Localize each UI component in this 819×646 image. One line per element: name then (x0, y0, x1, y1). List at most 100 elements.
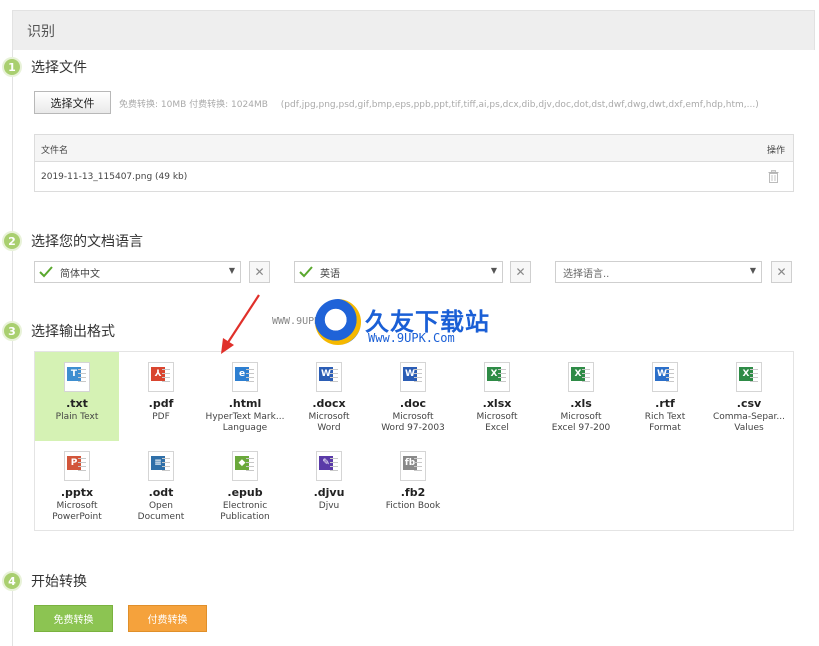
html-file-icon: e (232, 362, 258, 392)
format-description-line1: Fiction Book (385, 501, 441, 511)
doc-lines (666, 369, 674, 385)
format-extension: .rtf (655, 397, 675, 410)
format-description: Microsoft Word 97-2003 (371, 412, 455, 434)
xlsx-file-icon: X (484, 362, 510, 392)
format-extension: .html (228, 397, 262, 410)
format-description-line1: Microsoft (56, 501, 98, 511)
format-option-csv[interactable]: X .csv Comma-Separ... Values (707, 352, 791, 441)
fb2-file-icon: fb (400, 451, 426, 481)
format-description: Microsoft Excel 97-200 (539, 412, 623, 434)
trash-icon[interactable] (768, 170, 779, 183)
format-extension: .pdf (148, 397, 174, 410)
step-title: 开始转换 (31, 574, 87, 590)
watermark-logo-icon (315, 299, 361, 345)
clear-language-3-button[interactable]: ✕ (771, 261, 792, 283)
watermark: WWW.9UPK.COM 久友下载站 Www.9UPK.Com (272, 296, 502, 356)
format-description: Fiction Book (371, 501, 455, 512)
format-option-html[interactable]: e .html HyperText Mark... Language (203, 352, 287, 441)
format-description-line1: Microsoft (560, 412, 602, 422)
language-select-3[interactable]: 选择语言.. ▼ (555, 261, 762, 283)
format-description: Electronic Publication (203, 501, 287, 523)
doc-lines (162, 369, 170, 385)
format-option-xlsx[interactable]: X .xlsx Microsoft Excel (455, 352, 539, 441)
chevron-down-icon: ▼ (749, 266, 756, 275)
step-number-badge: 3 (2, 321, 22, 341)
format-description-line1: Microsoft (392, 412, 434, 422)
format-description-line1: Djvu (318, 501, 340, 511)
format-description-line2: Excel 97-200 (551, 423, 611, 433)
chevron-down-icon: ▼ (228, 266, 235, 275)
red-arrow-annotation (221, 294, 260, 354)
doc-file-icon: W (400, 362, 426, 392)
format-option-djvu[interactable]: ✎ .djvu Djvu (287, 441, 371, 530)
watermark-site: Www.9UPK.Com (368, 331, 455, 345)
doc-lines (498, 369, 506, 385)
checkmark-icon (299, 266, 313, 278)
format-description-line1: PDF (152, 412, 170, 422)
csv-file-icon: X (736, 362, 762, 392)
doc-lines (414, 369, 422, 385)
format-option-docx[interactable]: W .docx Microsoft Word (287, 352, 371, 441)
format-description: Open Document (119, 501, 203, 523)
djvu-file-icon: ✎ (316, 451, 342, 481)
format-description: Rich Text Format (623, 412, 707, 434)
choose-file-button[interactable]: 选择文件 (34, 91, 111, 114)
doc-lines (78, 369, 86, 385)
format-extension: .docx (312, 397, 346, 410)
format-description-line2: Publication (220, 512, 270, 522)
language-select-1[interactable]: 简体中文 ▼ (34, 261, 241, 283)
format-extension: .odt (148, 486, 174, 499)
format-description: Djvu (287, 501, 371, 512)
format-option-odt[interactable]: ≡ .odt Open Document (119, 441, 203, 530)
clear-language-1-button[interactable]: ✕ (249, 261, 270, 283)
panel-border (12, 50, 13, 646)
step-2: 2 选择您的文档语言 (2, 231, 143, 251)
format-option-xls[interactable]: X .xls Microsoft Excel 97-200 (539, 352, 623, 441)
format-description-line1: HyperText Mark... (205, 412, 285, 422)
step-number-badge: 1 (2, 57, 22, 77)
panel-header: 识别 (12, 10, 815, 50)
format-option-epub[interactable]: ◆ .epub Electronic Publication (203, 441, 287, 530)
format-option-txt[interactable]: T .txt Plain Text (35, 352, 119, 441)
column-header-filename: 文件名 (41, 146, 69, 156)
language-value: 英语 (320, 268, 340, 280)
clear-language-2-button[interactable]: ✕ (510, 261, 531, 283)
format-description: Microsoft PowerPoint (35, 501, 119, 523)
language-value: 简体中文 (60, 268, 100, 280)
step-number-badge: 4 (2, 571, 22, 591)
format-description-line1: Microsoft (476, 412, 518, 422)
doc-lines (330, 458, 338, 474)
checkmark-icon (39, 266, 53, 278)
format-option-pptx[interactable]: P .pptx Microsoft PowerPoint (35, 441, 119, 530)
format-description: Plain Text (35, 412, 119, 423)
format-description: Microsoft Excel (455, 412, 539, 434)
output-format-grid: T .txt Plain Text ⅄ .pdf PDF e .html HyperText M… (34, 351, 794, 531)
format-description: PDF (119, 412, 203, 423)
format-description-line2: Document (137, 512, 185, 522)
format-option-pdf[interactable]: ⅄ .pdf PDF (119, 352, 203, 441)
format-description-line2: Values (734, 423, 764, 433)
close-icon: ✕ (254, 265, 265, 279)
language-placeholder: 选择语言.. (563, 268, 610, 280)
free-convert-button[interactable]: 免费转换 (34, 605, 113, 632)
file-table: 文件名 操作 2019-11-13_115407.png (49 kb) (34, 134, 794, 192)
format-extension: .doc (399, 397, 427, 410)
rtf-file-icon: W (652, 362, 678, 392)
doc-lines (246, 458, 254, 474)
format-option-rtf[interactable]: W .rtf Rich Text Format (623, 352, 707, 441)
format-extension: .xls (570, 397, 592, 410)
format-extension: .epub (227, 486, 263, 499)
format-extension: .txt (66, 397, 88, 410)
language-select-2[interactable]: 英语 ▼ (294, 261, 503, 283)
odt-file-icon: ≡ (148, 451, 174, 481)
format-option-fb2[interactable]: fb .fb2 Fiction Book (371, 441, 455, 530)
close-icon: ✕ (776, 265, 787, 279)
format-description-line2: Word (317, 423, 341, 433)
txt-file-icon: T (64, 362, 90, 392)
doc-lines (582, 369, 590, 385)
paid-convert-button[interactable]: 付费转换 (128, 605, 207, 632)
step-title: 选择您的文档语言 (31, 234, 143, 250)
doc-lines (330, 369, 338, 385)
format-option-doc[interactable]: W .doc Microsoft Word 97-2003 (371, 352, 455, 441)
format-extension: .csv (736, 397, 762, 410)
